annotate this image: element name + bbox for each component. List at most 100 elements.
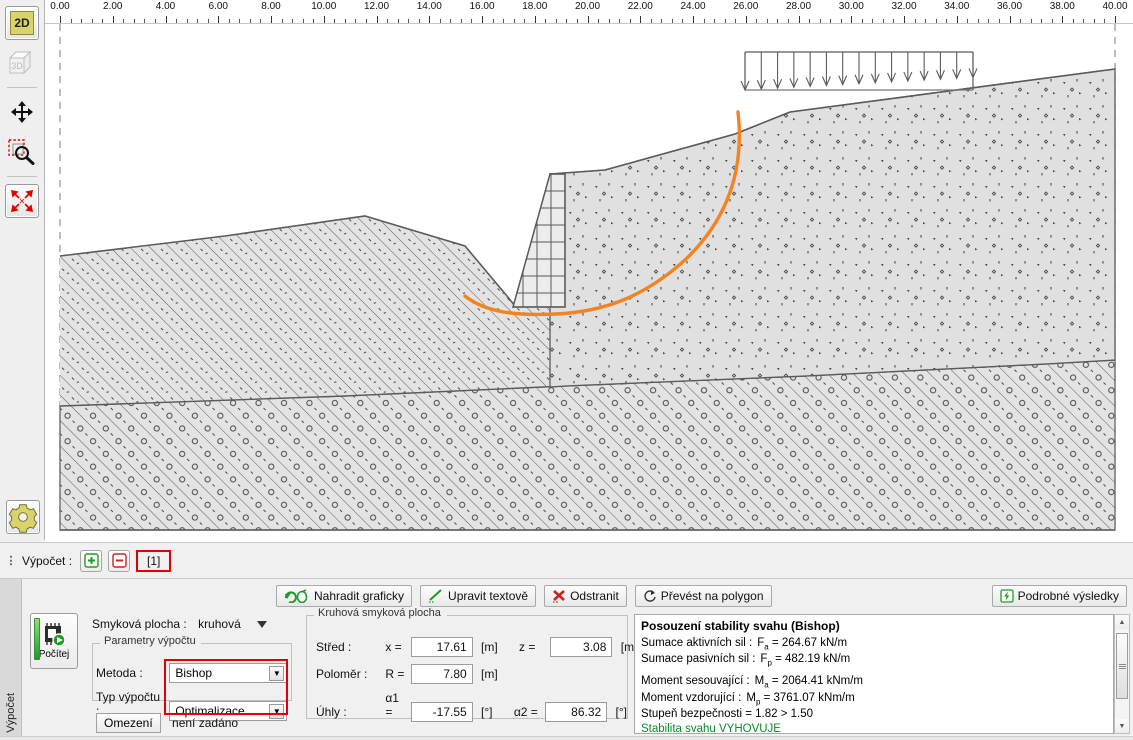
surcharge-load bbox=[740, 51, 978, 92]
results-scrollbar[interactable]: ▲ ▼ bbox=[1114, 614, 1130, 734]
ruler-minor-tick bbox=[840, 19, 842, 23]
center-z-input[interactable]: 3.08 bbox=[550, 637, 613, 657]
center-x-input[interactable]: 17.61 bbox=[410, 637, 473, 657]
results-panel[interactable]: Posouzení stability svahu (Bishop) Sumac… bbox=[634, 614, 1114, 734]
convert-to-polygon-button[interactable]: Převést na polygon bbox=[634, 585, 772, 607]
ruler-major-tick bbox=[1062, 16, 1064, 23]
alpha2-input[interactable]: 86.32 bbox=[545, 702, 608, 722]
center-row: Střed : x = 17.61 [m] z = 3.08 [m] bbox=[316, 637, 637, 657]
view-3d-button[interactable]: 3D bbox=[5, 46, 39, 80]
scroll-up-arrow-icon[interactable]: ▲ bbox=[1115, 615, 1129, 629]
ruler-minor-tick bbox=[650, 19, 652, 23]
slip-surface-value: kruhová bbox=[198, 617, 241, 631]
ruler-minor-tick bbox=[1041, 19, 1043, 23]
view-2d-button[interactable]: 2D bbox=[5, 6, 39, 40]
ruler-minor-tick bbox=[566, 19, 568, 23]
fit-screen-button[interactable]: ✕ bbox=[5, 184, 39, 218]
detailed-results-label: Podrobné výsledky bbox=[1017, 589, 1119, 603]
radius-unit: [m] bbox=[481, 667, 498, 681]
ruler-major-tick bbox=[1009, 16, 1011, 23]
results-title: Posouzení stability svahu (Bishop) bbox=[641, 619, 840, 633]
2d-icon: 2D bbox=[10, 11, 34, 35]
ruler-minor-tick bbox=[872, 19, 874, 23]
radius-input[interactable]: 7.80 bbox=[410, 664, 473, 684]
alpha2-unit: [°] bbox=[615, 705, 627, 719]
restriction-button[interactable]: Omezení bbox=[96, 713, 161, 733]
ruler-minor-tick bbox=[787, 19, 789, 23]
slip-surface-select[interactable]: kruhová bbox=[198, 617, 267, 631]
restriction-value: není zadáno bbox=[172, 716, 239, 730]
ruler-minor-tick bbox=[492, 19, 494, 23]
run-calculation-button[interactable]: Počítej bbox=[30, 613, 78, 669]
ruler-minor-tick bbox=[70, 19, 72, 23]
settings-button[interactable] bbox=[6, 500, 40, 534]
ruler-tick-label: 38.00 bbox=[1049, 1, 1075, 12]
replace-graphically-label: Nahradit graficky bbox=[314, 589, 405, 603]
pencil-icon bbox=[429, 589, 442, 603]
calculation-tab-1[interactable]: [1] bbox=[136, 549, 172, 572]
ruler-minor-tick bbox=[555, 19, 557, 23]
ruler-tick-label: 16.00 bbox=[469, 1, 495, 12]
slope-cross-section bbox=[59, 24, 1116, 531]
result-label: Sumace aktivních sil : bbox=[641, 636, 753, 649]
run-calculation-label: Počítej bbox=[38, 649, 70, 660]
detailed-results-button[interactable]: Podrobné výsledky bbox=[991, 585, 1127, 607]
ruler-minor-tick bbox=[629, 19, 631, 23]
remove-button[interactable]: Odstranit bbox=[544, 585, 627, 607]
drawing-canvas[interactable] bbox=[45, 24, 1133, 542]
ruler-major-tick bbox=[218, 16, 220, 23]
scroll-grip-icon bbox=[1118, 663, 1126, 670]
side-tab-vypocet[interactable]: Výpočet bbox=[0, 579, 22, 740]
circular-surface-group-title: Kruhová smyková plocha bbox=[314, 607, 445, 619]
convert-to-polygon-label: Převést na polygon bbox=[660, 589, 764, 603]
ruler-minor-tick bbox=[228, 19, 230, 23]
edit-textually-button[interactable]: Upravit textově bbox=[420, 585, 537, 607]
ruler-tick-label: 28.00 bbox=[785, 1, 812, 12]
ruler-minor-tick bbox=[450, 19, 452, 23]
ruler-tick-label: 18.00 bbox=[522, 1, 548, 12]
replace-graphically-button[interactable]: Nahradit graficky bbox=[276, 585, 413, 607]
ruler-tick-label: 10.00 bbox=[311, 1, 337, 12]
ruler-minor-tick bbox=[1093, 19, 1095, 23]
embankment-fill bbox=[549, 68, 1116, 388]
ruler-minor-tick bbox=[977, 19, 979, 23]
ruler-minor-tick bbox=[355, 19, 357, 23]
ruler-tick-label: 2.00 bbox=[103, 1, 123, 12]
ruler-tick-label: 12.00 bbox=[363, 1, 390, 12]
ruler-minor-tick bbox=[766, 19, 768, 23]
ruler-minor-tick bbox=[914, 19, 916, 23]
add-calculation-button[interactable] bbox=[80, 549, 103, 572]
ruler-major-tick bbox=[165, 16, 167, 23]
minus-icon bbox=[111, 553, 127, 568]
reinforced-block-wall bbox=[512, 173, 566, 308]
ruler-tick-label: 20.00 bbox=[574, 1, 601, 12]
result-unit: kN/m bbox=[820, 653, 851, 666]
ruler-minor-tick bbox=[260, 19, 262, 23]
pan-button[interactable] bbox=[5, 95, 39, 129]
ruler-tick-label: 34.00 bbox=[944, 1, 970, 12]
ruler-minor-tick bbox=[735, 19, 737, 23]
ruler-major-tick bbox=[482, 16, 483, 23]
ruler-major-tick bbox=[851, 16, 853, 23]
toolbar-divider-1 bbox=[7, 87, 37, 88]
ruler-tick-label: 0.00 bbox=[50, 1, 70, 12]
ruler-minor-tick bbox=[1072, 19, 1074, 23]
ruler-minor-tick bbox=[882, 19, 884, 23]
fit-screen-icon: ✕ bbox=[11, 190, 33, 212]
scroll-thumb[interactable] bbox=[1116, 633, 1128, 699]
center-x-unit: [m] bbox=[481, 640, 498, 654]
ruler-minor-tick bbox=[756, 19, 758, 23]
ruler-minor-tick bbox=[387, 19, 389, 23]
ruler-minor-tick bbox=[809, 19, 811, 23]
zoom-window-button[interactable] bbox=[5, 135, 39, 169]
scroll-down-arrow-icon[interactable]: ▼ bbox=[1115, 719, 1129, 733]
remove-calculation-button[interactable] bbox=[108, 549, 131, 572]
radius-symbol: R = bbox=[385, 667, 405, 681]
alpha1-input[interactable]: -17.55 bbox=[410, 702, 473, 722]
calculation-tabbar: ⋮ Výpočet : [1] bbox=[0, 542, 1133, 578]
svg-text:3D: 3D bbox=[11, 61, 23, 71]
ruler-tick-label: 26.00 bbox=[733, 1, 759, 12]
ruler-tick-label: 4.00 bbox=[155, 1, 176, 12]
ruler-minor-tick bbox=[661, 19, 663, 23]
plus-icon bbox=[83, 553, 99, 568]
